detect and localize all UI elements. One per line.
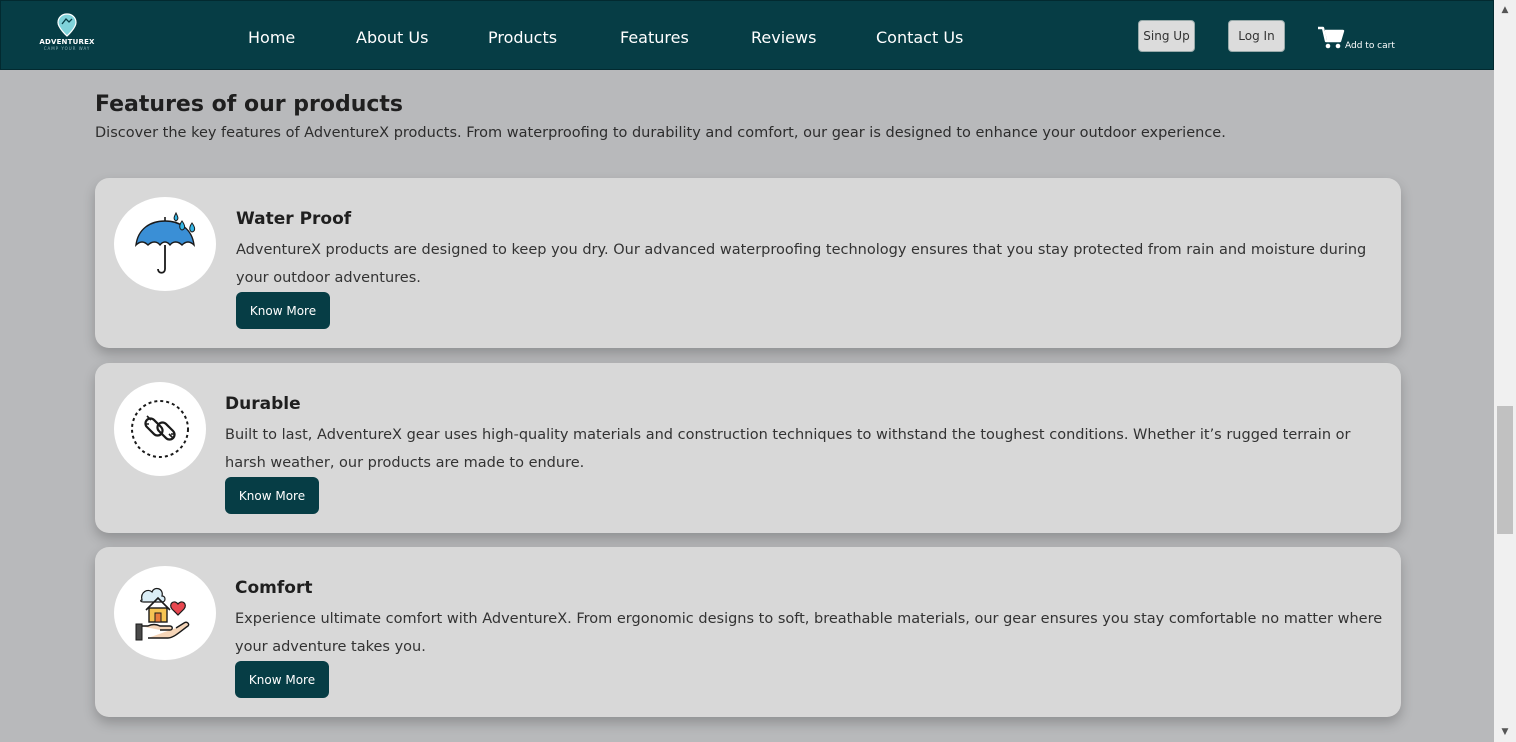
nav-home[interactable]: Home (248, 27, 295, 49)
nav-about-us[interactable]: About Us (356, 27, 428, 49)
feature-text: Built to last, AdventureX gear uses high… (225, 427, 1351, 471)
feature-title: Water Proof (236, 209, 352, 229)
nav-products[interactable]: Products (488, 27, 557, 49)
brand-logo[interactable]: ADVENTUREX CAMP YOUR WAY (37, 13, 97, 59)
feature-title: Comfort (235, 578, 313, 598)
scroll-up-arrow-icon[interactable]: ▲ (1494, 0, 1516, 20)
cart-label: Add to cart (1345, 41, 1395, 51)
nav-reviews[interactable]: Reviews (751, 27, 816, 49)
feature-icon-circle (114, 382, 206, 476)
feature-title: Durable (225, 394, 301, 414)
scroll-thumb[interactable] (1497, 406, 1513, 534)
umbrella-rain-icon (135, 211, 196, 274)
map-pin-icon (57, 13, 77, 37)
know-more-button[interactable]: Know More (225, 477, 319, 514)
feature-icon-circle (114, 566, 216, 660)
nav-contact-us[interactable]: Contact Us (876, 27, 963, 49)
nav-features[interactable]: Features (620, 27, 689, 49)
top-navbar: ADVENTUREX CAMP YOUR WAY Home About Us P… (0, 0, 1494, 70)
features-title: Features of our products (95, 92, 404, 117)
brand-name: ADVENTUREX (39, 38, 95, 46)
chain-link-icon (131, 400, 189, 458)
login-button[interactable]: Log In (1228, 20, 1285, 52)
add-to-cart[interactable]: Add to cart (1317, 25, 1407, 55)
know-more-button[interactable]: Know More (235, 661, 329, 698)
cart-icon (1318, 26, 1345, 49)
feature-card-durable: Durable Built to last, AdventureX gear u… (95, 363, 1401, 533)
feature-icon-circle (114, 197, 216, 291)
feature-card-water-proof: Water Proof AdventureX products are desi… (95, 178, 1401, 348)
features-description: Discover the key features of AdventureX … (95, 125, 1226, 141)
brand-tagline: CAMP YOUR WAY (43, 46, 91, 51)
feature-text: Experience ultimate comfort with Adventu… (235, 611, 1383, 655)
signup-button[interactable]: Sing Up (1138, 20, 1195, 52)
feature-card-comfort: Comfort Experience ultimate comfort with… (95, 547, 1401, 717)
know-more-button[interactable]: Know More (236, 292, 330, 329)
vertical-scrollbar[interactable]: ▲ ▼ (1494, 0, 1516, 742)
feature-text: AdventureX products are designed to keep… (236, 242, 1367, 286)
home-care-icon (135, 587, 190, 641)
scroll-down-arrow-icon[interactable]: ▼ (1494, 722, 1516, 742)
